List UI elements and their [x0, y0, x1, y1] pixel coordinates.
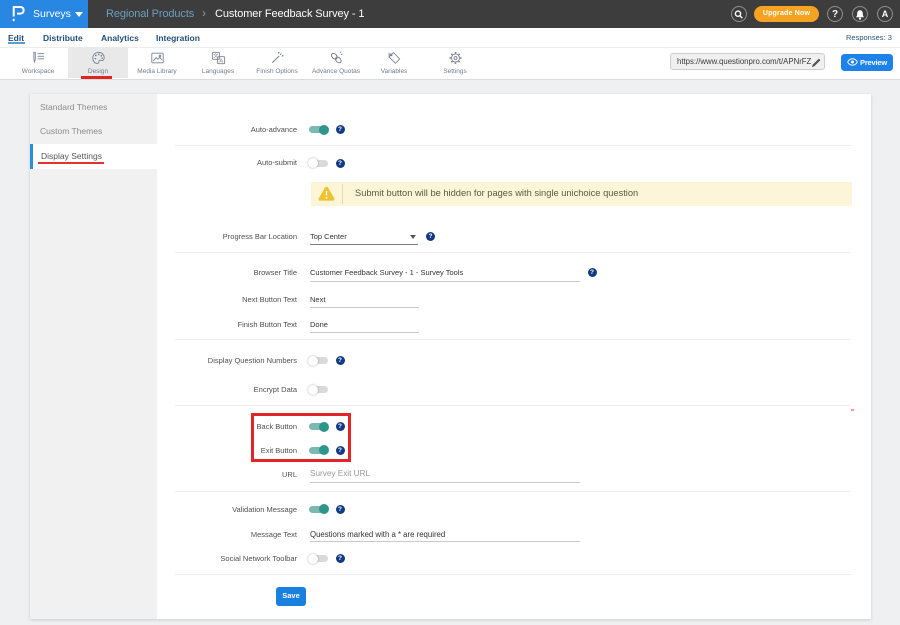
svg-text:文: 文 [213, 51, 219, 59]
svg-text:A: A [219, 58, 223, 64]
